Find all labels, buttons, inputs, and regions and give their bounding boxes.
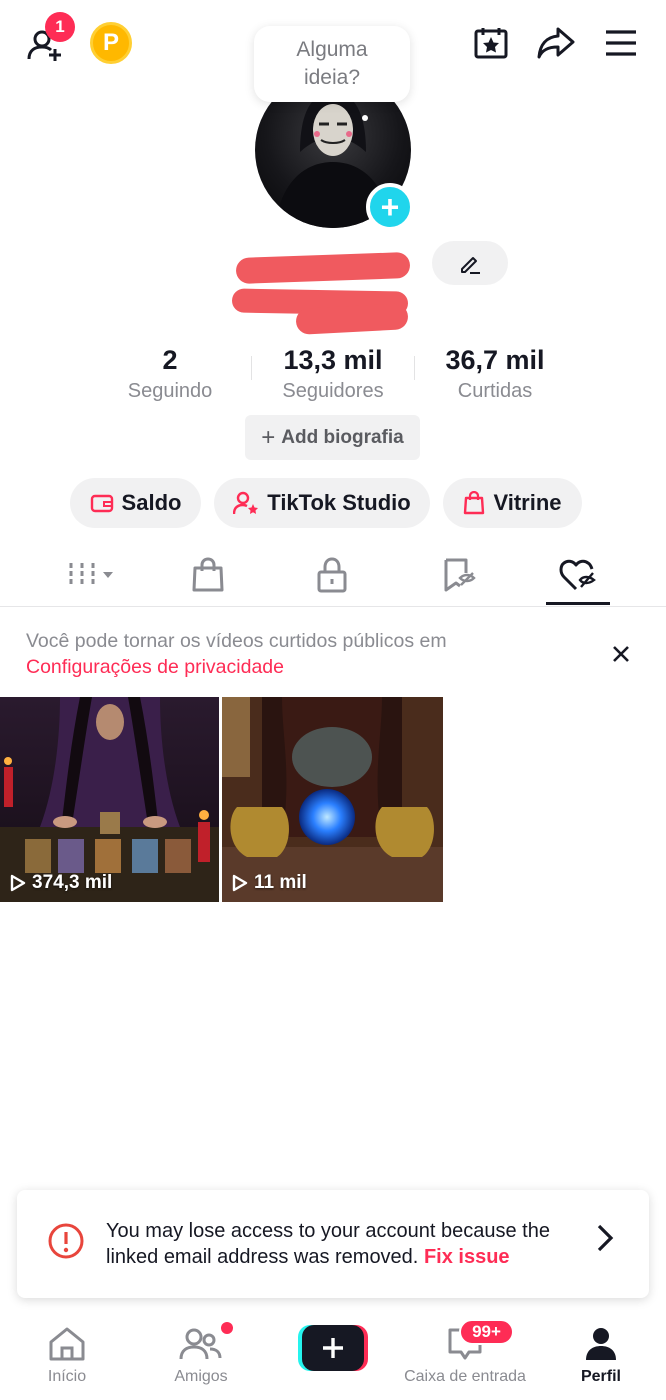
nav-home[interactable]: Início	[2, 1310, 132, 1400]
stat-following[interactable]: 2 Seguindo	[95, 345, 245, 403]
view-count-label: 11 mil	[254, 872, 307, 893]
calendar-star-icon	[474, 28, 508, 59]
likes-label: Curtidas	[457, 380, 533, 402]
showcase-button[interactable]: Vitrine	[443, 478, 582, 528]
showcase-label: Vitrine	[493, 490, 562, 515]
stat-divider	[251, 356, 252, 380]
home-icon	[49, 1327, 85, 1361]
inbox-badge: 99+	[459, 1319, 514, 1345]
fix-issue-link[interactable]: Fix issue	[424, 1246, 510, 1268]
stat-divider	[414, 356, 415, 380]
tab-videos[interactable]	[52, 550, 132, 600]
share-button[interactable]	[534, 22, 578, 64]
share-icon	[537, 27, 575, 59]
create-button[interactable]	[298, 1325, 368, 1371]
stat-likes[interactable]: 36,7 mil Curtidas	[420, 345, 570, 403]
profile-icon	[586, 1328, 616, 1360]
stat-followers[interactable]: 13,3 mil Seguidores	[258, 345, 408, 403]
following-count: 2	[162, 345, 178, 375]
balance-button[interactable]: Saldo	[70, 478, 201, 528]
warning-message: You may lose access to your account beca…	[106, 1218, 576, 1270]
nav-profile-label: Perfil	[580, 1368, 621, 1385]
add-avatar-button[interactable]: +	[366, 183, 414, 231]
grid-icon	[69, 563, 113, 587]
redacted-username	[235, 251, 411, 285]
add-bio-label: Add biografia	[281, 426, 404, 448]
tiktok-studio-button[interactable]: TikTok Studio	[214, 478, 430, 528]
play-icon	[232, 874, 248, 892]
close-icon	[613, 646, 629, 662]
tab-private[interactable]	[292, 550, 372, 600]
tab-favorites[interactable]	[418, 550, 498, 600]
tiktok-studio-label: TikTok Studio	[267, 490, 411, 515]
create-button-core	[302, 1325, 364, 1371]
friends-icon	[179, 1328, 222, 1360]
liked-privacy-notice: Você pode tornar os vídeos curtidos públ…	[26, 628, 447, 680]
heart-icon	[559, 559, 596, 591]
notice-text: Você pode tornar os vídeos curtidos públ…	[26, 630, 447, 652]
view-count: 374,3 mil	[10, 872, 112, 894]
account-warning-banner[interactable]: You may lose access to your account beca…	[17, 1190, 649, 1298]
active-tab-indicator	[546, 602, 610, 605]
privacy-settings-link[interactable]: Configurações de privacidade	[26, 654, 447, 680]
add-bio-button[interactable]: + Add biografia	[245, 415, 420, 460]
nav-friends[interactable]: Amigos	[136, 1310, 266, 1400]
nav-home-label: Início	[47, 1368, 87, 1385]
hamburger-menu-icon	[606, 30, 636, 56]
wallet-icon	[90, 494, 113, 513]
friends-dot-badge	[221, 1322, 233, 1334]
likes-count: 36,7 mil	[445, 345, 545, 375]
shopping-bag-icon	[464, 491, 485, 515]
chevron-right-icon[interactable]	[595, 1223, 615, 1253]
video-thumbnail[interactable]: 374,3 mil	[0, 697, 219, 902]
edit-profile-button[interactable]	[432, 241, 508, 285]
bookmark-icon	[444, 558, 476, 592]
redacted-handle-2	[295, 303, 409, 335]
balance-label: Saldo	[121, 490, 182, 515]
following-label: Seguindo	[127, 380, 213, 402]
menu-button[interactable]	[600, 22, 642, 64]
friend-request-badge: 1	[45, 12, 75, 42]
nav-inbox-label: Caixa de entrada	[404, 1368, 526, 1385]
close-notice-button[interactable]	[607, 640, 635, 668]
calendar-button[interactable]	[470, 22, 512, 64]
creator-icon	[233, 491, 259, 515]
followers-count: 13,3 mil	[283, 345, 383, 375]
lock-icon	[317, 557, 347, 593]
nav-profile[interactable]: Perfil	[536, 1310, 666, 1400]
bubble-line-1: Alguma	[296, 38, 368, 61]
pencil-icon	[461, 257, 480, 274]
play-icon	[10, 874, 26, 892]
bubble-line-2: ideia?	[303, 66, 361, 89]
plus-icon: +	[261, 423, 276, 451]
nav-friends-label: Amigos	[174, 1368, 228, 1385]
coin-icon[interactable]: P	[90, 22, 132, 64]
tab-liked[interactable]	[538, 550, 618, 600]
tab-shop[interactable]	[168, 550, 248, 600]
tabs-divider	[0, 606, 666, 607]
view-count: 11 mil	[232, 872, 307, 894]
avatar-idea-bubble[interactable]: Alguma ideia?	[254, 26, 410, 102]
view-count-label: 374,3 mil	[32, 872, 113, 893]
plus-icon	[323, 1338, 343, 1358]
warning-icon	[48, 1223, 84, 1259]
bag-icon	[192, 557, 224, 592]
video-thumbnail[interactable]: 11 mil	[222, 697, 443, 902]
followers-label: Seguidores	[282, 380, 384, 402]
